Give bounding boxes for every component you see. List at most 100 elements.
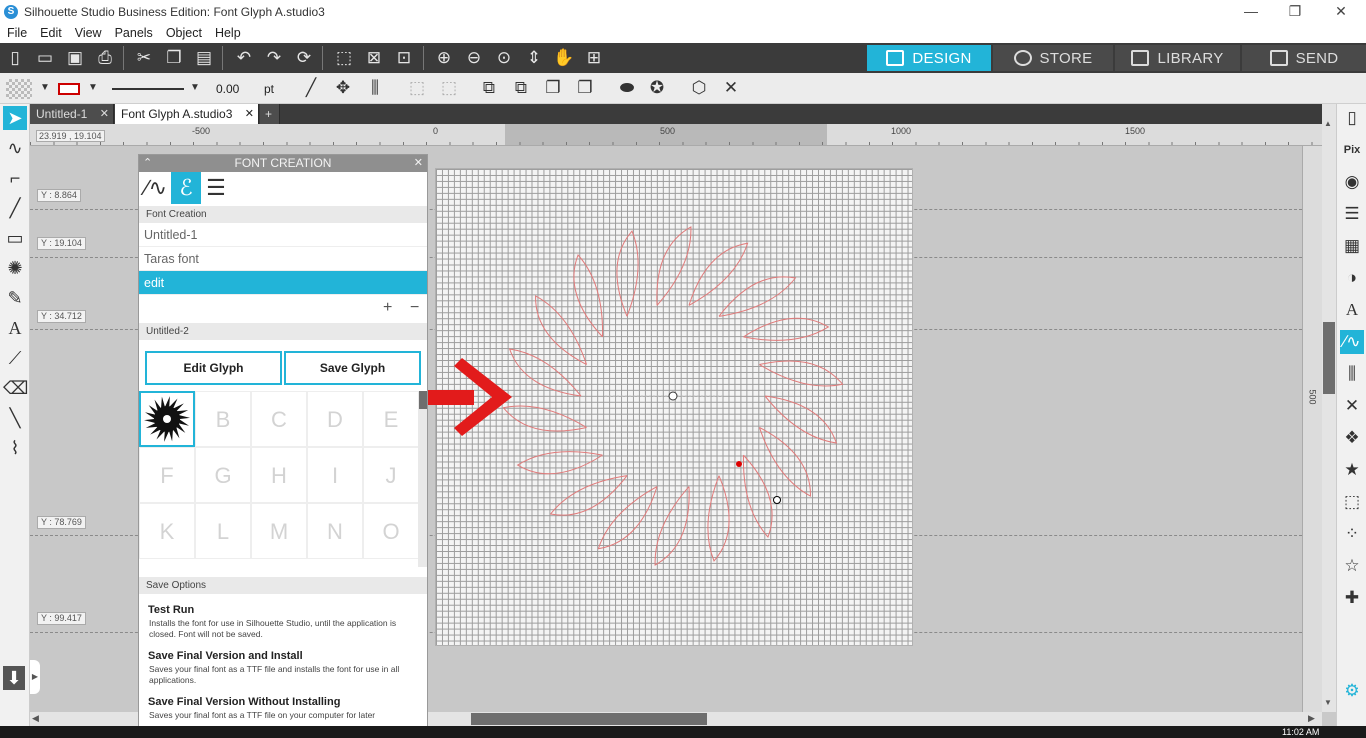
menu-object[interactable]: Object [159, 26, 208, 40]
edit-glyph-button[interactable]: Edit Glyph [145, 351, 282, 385]
pan-hand-icon[interactable]: ✋ [553, 47, 575, 69]
send-backward-icon[interactable]: ❐ [574, 77, 596, 99]
rotation-handle-icon[interactable] [668, 391, 678, 401]
collapse-panel-icon[interactable]: ⌃ [143, 155, 152, 172]
glyph-cell[interactable]: F [139, 447, 195, 503]
redo-icon[interactable]: ↷ [263, 47, 285, 69]
scroll-down-icon[interactable]: ▼ [1324, 698, 1334, 708]
line-style-dropdown-icon[interactable]: ▼ [184, 77, 206, 99]
open-folder-icon[interactable]: ▭ [34, 47, 56, 69]
move-icon[interactable]: ✥ [332, 77, 354, 99]
transform-icon[interactable]: ✕ [1340, 394, 1364, 418]
cut-icon[interactable]: ✂ [133, 47, 155, 69]
menu-panels[interactable]: Panels [108, 26, 159, 40]
draw-line-icon[interactable]: ╱ [300, 77, 322, 99]
menu-view[interactable]: View [68, 26, 108, 40]
close-toolbar-icon[interactable]: ✕ [720, 77, 742, 99]
group-icon[interactable]: ⬚ [406, 77, 428, 99]
add-tab-button[interactable]: + [260, 104, 280, 124]
menu-file[interactable]: File [0, 26, 33, 40]
rectangle-tool-icon[interactable]: ▭ [3, 226, 27, 250]
glyph-cell[interactable]: I [307, 447, 363, 503]
select-all-icon[interactable]: ⬚ [333, 47, 355, 69]
glyph-tab-icon[interactable]: ℰ [171, 172, 201, 204]
expand-panel-handle[interactable]: ▶ [30, 660, 40, 694]
line-color-icon[interactable] [58, 83, 80, 95]
fit-to-page-icon[interactable]: ⇕ [523, 47, 545, 69]
shadow-icon[interactable]: ◑ [1340, 266, 1364, 290]
glyph-cell[interactable]: K [139, 503, 195, 559]
glyph-cell[interactable]: O [363, 503, 419, 559]
text-tool-icon[interactable]: A [3, 316, 27, 340]
save-without-install-option[interactable]: Save Final Version Without Installing [139, 696, 427, 708]
line-tool-icon[interactable]: ╱ [3, 196, 27, 220]
vertical-scrollbar[interactable]: ▲ ▼ [1322, 104, 1336, 712]
page-setup-icon[interactable]: ▯ [1340, 106, 1364, 130]
fill-pattern-icon[interactable] [6, 79, 32, 99]
glyph-cell[interactable]: B [195, 391, 251, 447]
redraw-icon[interactable]: ⟳ [293, 47, 315, 69]
font-list-item[interactable]: Taras font [139, 247, 427, 271]
line-style-panel-icon[interactable]: ☰ [1340, 202, 1364, 226]
doc-tab-font-glyph[interactable]: Font Glyph A.studio3 ✕ [115, 104, 259, 124]
curve-tool-icon[interactable]: ⌐ [3, 166, 27, 190]
line-width-input[interactable]: 0.00 [216, 82, 239, 96]
replicate-icon[interactable]: ❖ [1340, 426, 1364, 450]
glyph-cell[interactable]: E [363, 391, 419, 447]
anchor-point[interactable] [736, 461, 742, 467]
zoom-selection-icon[interactable]: ⊙ [493, 47, 515, 69]
zoom-in-icon[interactable]: ⊕ [433, 47, 455, 69]
undo-icon[interactable]: ↶ [233, 47, 255, 69]
horizontal-scroll-thumb[interactable] [471, 713, 707, 725]
font-settings-tab-icon[interactable]: ☰ [201, 172, 231, 204]
new-document-icon[interactable]: ▯ [4, 47, 26, 69]
minimize-button[interactable]: — [1228, 0, 1274, 23]
close-tab-icon[interactable]: ✕ [100, 104, 109, 124]
fill-palette-icon[interactable]: ◉ [1340, 170, 1364, 194]
line-style-icon[interactable] [112, 88, 184, 90]
brush-tool-icon[interactable]: ╲ [3, 406, 27, 430]
select-by-color-icon[interactable]: ⊡ [393, 47, 415, 69]
pencil-tool-icon[interactable]: ✎ [3, 286, 27, 310]
font-list-item-selected[interactable]: edit [139, 271, 427, 295]
download-icon[interactable]: ⬇ [3, 666, 25, 690]
add-font-button[interactable]: + [383, 299, 392, 317]
edit-points-icon[interactable]: ∿ [3, 136, 27, 160]
move-view-icon[interactable]: ⊞ [583, 47, 605, 69]
close-window-button[interactable]: ✕ [1318, 0, 1364, 23]
font-list-item[interactable]: Untitled-1 [139, 223, 427, 247]
restore-button[interactable]: ❐ [1272, 0, 1318, 23]
trace-icon[interactable]: ⁘ [1340, 522, 1364, 546]
tab-library[interactable]: LIBRARY [1115, 45, 1240, 71]
settings-gear-icon[interactable]: ⚙ [1340, 679, 1364, 703]
select-tool-icon[interactable]: ➤ [3, 106, 27, 130]
font-creation-tab-icon[interactable]: ∕∿ [141, 172, 171, 204]
eraser-tool-icon[interactable]: ⌫ [3, 376, 28, 400]
pixscan-icon[interactable]: Pix [1340, 138, 1364, 162]
close-panel-icon[interactable]: ✕ [414, 155, 423, 172]
remove-font-button[interactable]: − [410, 299, 419, 317]
paste-icon[interactable]: ▤ [193, 47, 215, 69]
tab-store[interactable]: STORE [993, 45, 1113, 71]
scroll-right-icon[interactable]: ▶ [1308, 713, 1315, 724]
save-glyph-button[interactable]: Save Glyph [284, 351, 421, 385]
glyph-cell[interactable]: D [307, 391, 363, 447]
menu-help[interactable]: Help [208, 26, 247, 40]
doc-tab-untitled-1[interactable]: Untitled-1 ✕ [30, 104, 114, 124]
modify-icon[interactable]: ★ [1340, 458, 1364, 482]
fill-dropdown-icon[interactable]: ▼ [34, 77, 56, 99]
glyph-cell[interactable]: L [195, 503, 251, 559]
weld-icon[interactable]: ⬬ [616, 77, 638, 99]
text-style-icon[interactable]: A [1340, 298, 1364, 322]
font-creation-icon[interactable]: ∕∿ [1340, 330, 1364, 354]
close-tab-icon[interactable]: ✕ [245, 104, 254, 124]
send-back-icon[interactable]: ⧉ [510, 77, 532, 99]
knife-tool-icon[interactable]: ⟋ [3, 346, 27, 370]
ungroup-icon[interactable]: ⬚ [438, 77, 460, 99]
align-icon[interactable]: ⫼ [364, 77, 386, 99]
tab-design[interactable]: DESIGN [867, 45, 991, 71]
line-color-dropdown-icon[interactable]: ▼ [82, 77, 104, 99]
glyph-scrollbar[interactable] [418, 391, 427, 567]
offset-icon[interactable]: ⬚ [1340, 490, 1364, 514]
glyph-scroll-thumb[interactable] [419, 391, 427, 409]
